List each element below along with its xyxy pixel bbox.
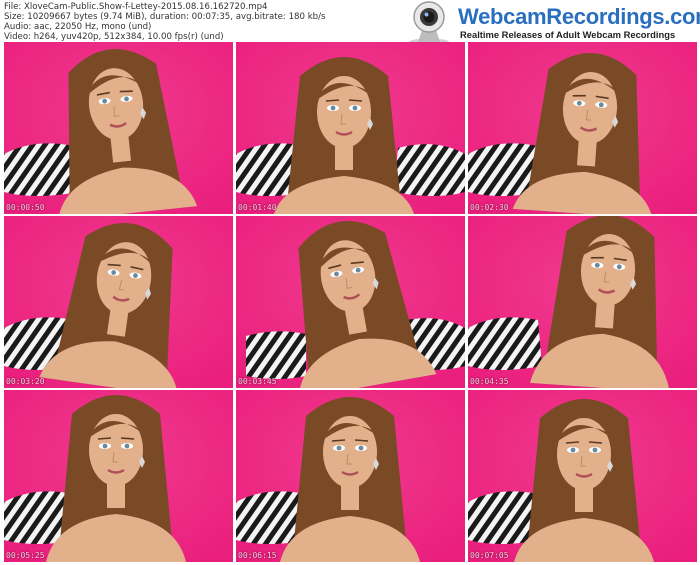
logo-title: WebcamRecordings.com: [458, 4, 700, 29]
file-info: File: XloveCam-Public.Show-f-Lettey-2015…: [4, 2, 326, 42]
site-logo: WebcamRecordings.com Realtime Releases o…: [398, 0, 700, 46]
thumbnail-frame-image: [468, 216, 697, 388]
thumbnail-frame-image: [4, 42, 233, 214]
thumbnail[interactable]: 00:01:40: [236, 42, 465, 214]
thumbnail[interactable]: 00:00:50: [4, 42, 233, 214]
thumbnail-timestamp: 00:05:25: [6, 551, 45, 560]
video-info-line: Video: h264, yuv420p, 512x384, 10.00 fps…: [4, 32, 224, 42]
thumbnail[interactable]: 00:05:25: [4, 390, 233, 562]
thumbnail-frame-image: [468, 42, 697, 214]
thumbnail-timestamp: 00:00:50: [6, 203, 45, 212]
contact-sheet-header: File: XloveCam-Public.Show-f-Lettey-2015…: [0, 0, 700, 46]
thumbnail-timestamp: 00:03:20: [6, 377, 45, 386]
thumbnail-timestamp: 00:01:40: [238, 203, 277, 212]
thumbnail[interactable]: 00:03:45: [236, 216, 465, 388]
thumbnail-timestamp: 00:03:45: [238, 377, 277, 386]
thumbnail-frame-image: [4, 390, 233, 562]
thumbnail-timestamp: 00:02:30: [470, 203, 509, 212]
thumbnail-frame-image: [468, 390, 697, 562]
webcam-icon: [409, 1, 449, 46]
thumbnail-timestamp: 00:06:15: [238, 551, 277, 560]
file-size-line: Size: 10209667 bytes (9.74 MiB), duratio…: [4, 12, 326, 22]
thumbnail-timestamp: 00:07:05: [470, 551, 509, 560]
thumbnail[interactable]: 00:06:15: [236, 390, 465, 562]
thumbnail[interactable]: 00:03:20: [4, 216, 233, 388]
thumbnail-frame-image: [236, 42, 465, 214]
thumbnail-frame-image: [4, 216, 233, 388]
thumbnail[interactable]: 00:02:30: [468, 42, 697, 214]
thumbnail[interactable]: 00:04:35: [468, 216, 697, 388]
thumbnail-frame-image: [236, 390, 465, 562]
thumbnail-frame-image: [236, 216, 465, 388]
thumbnail-timestamp: 00:04:35: [470, 377, 509, 386]
logo-tagline: Realtime Releases of Adult Webcam Record…: [460, 29, 676, 40]
audio-info-line: Audio: aac, 22050 Hz, mono (und): [4, 22, 152, 32]
file-name-line: File: XloveCam-Public.Show-f-Lettey-2015…: [4, 2, 268, 12]
thumbnail[interactable]: 00:07:05: [468, 390, 697, 562]
